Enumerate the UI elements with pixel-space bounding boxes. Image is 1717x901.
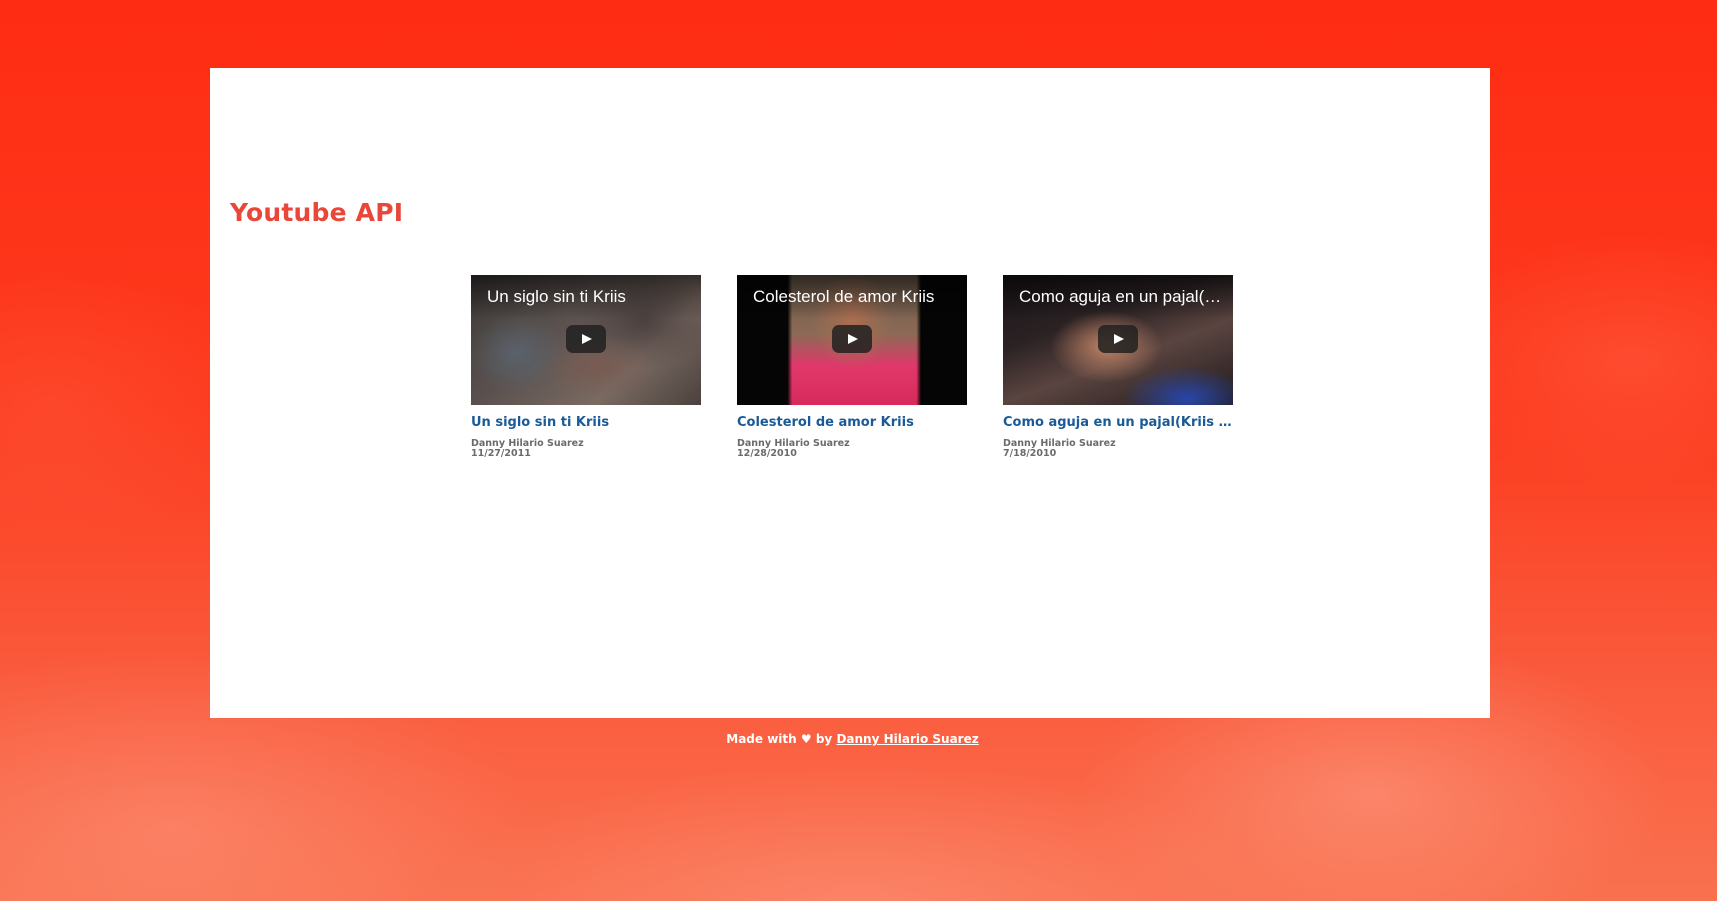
video-thumbnail[interactable]: Como aguja en un pajal(Kriis Sanchez) bbox=[1003, 275, 1233, 405]
footer-made-with: Made with bbox=[726, 732, 797, 746]
play-button[interactable] bbox=[566, 325, 606, 353]
video-title-link[interactable]: Como aguja en un pajal(Kriis Sanchez) bbox=[1003, 415, 1233, 430]
footer: Made with ♥ by Danny Hilario Suarez bbox=[0, 732, 1705, 746]
page-title: Youtube API bbox=[230, 198, 404, 227]
footer-author-link[interactable]: Danny Hilario Suarez bbox=[836, 732, 978, 746]
video-thumbnail[interactable]: Un siglo sin ti Kriis bbox=[471, 275, 701, 405]
play-icon bbox=[848, 334, 858, 344]
footer-by: by bbox=[815, 732, 833, 746]
video-thumbnail[interactable]: Colesterol de amor Kriis bbox=[737, 275, 967, 405]
play-icon bbox=[582, 334, 592, 344]
video-title-link[interactable]: Un siglo sin ti Kriis bbox=[471, 415, 701, 430]
video-date: 12/28/2010 bbox=[737, 448, 797, 459]
play-button[interactable] bbox=[1098, 325, 1138, 353]
thumbnail-title[interactable]: Como aguja en un pajal(Kriis Sanchez) bbox=[1019, 287, 1223, 307]
video-date: 7/18/2010 bbox=[1003, 448, 1057, 459]
video-list: Un siglo sin ti Kriis Un siglo sin ti Kr… bbox=[471, 275, 1233, 459]
video-card: Un siglo sin ti Kriis Un siglo sin ti Kr… bbox=[471, 275, 701, 459]
heart-icon: ♥ bbox=[800, 732, 812, 746]
main-card: Youtube API Un siglo sin ti Kriis Un sig… bbox=[210, 68, 1490, 718]
play-button[interactable] bbox=[832, 325, 872, 353]
video-title-link[interactable]: Colesterol de amor Kriis bbox=[737, 415, 967, 430]
video-card: Como aguja en un pajal(Kriis Sanchez) Co… bbox=[1003, 275, 1233, 459]
video-card: Colesterol de amor Kriis Colesterol de a… bbox=[737, 275, 967, 459]
thumbnail-title[interactable]: Un siglo sin ti Kriis bbox=[487, 287, 691, 307]
thumbnail-title[interactable]: Colesterol de amor Kriis bbox=[753, 287, 957, 307]
play-icon bbox=[1114, 334, 1124, 344]
video-date: 11/27/2011 bbox=[471, 448, 531, 459]
